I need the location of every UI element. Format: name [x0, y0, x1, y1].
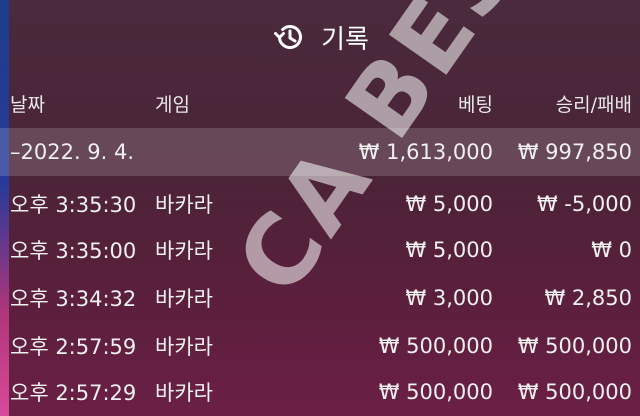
row-bet: ₩ 3,000: [405, 286, 493, 310]
row-winloss: ₩ 500,000: [517, 380, 632, 404]
row-game: 바카라: [155, 381, 213, 405]
row-bet: ₩ 5,000: [405, 192, 493, 216]
row-game: 바카라: [155, 239, 213, 263]
row-game: 바카라: [155, 335, 213, 359]
column-header-date: 날짜: [10, 93, 45, 116]
row-game: 바카라: [155, 193, 213, 217]
table-row[interactable]: 오후 3:34:32 바카라 ₩ 3,000 ₩ 2,850: [0, 274, 640, 322]
row-bet: ₩ 5,000: [405, 238, 493, 262]
row-winloss: ₩ -5,000: [536, 192, 632, 216]
table-row[interactable]: 오후 3:35:30 바카라 ₩ 5,000 ₩ -5,000: [0, 180, 640, 228]
row-time: 오후 2:57:59: [10, 335, 137, 359]
row-bet: ₩ 500,000: [378, 334, 493, 358]
row-winloss: ₩ 0: [591, 238, 632, 262]
summary-date: –2022. 9. 4.: [10, 140, 135, 164]
row-winloss: ₩ 2,850: [544, 286, 632, 310]
history-icon: [274, 25, 303, 50]
date-summary-row[interactable]: –2022. 9. 4. ₩ 1,613,000 ₩ 997,850: [0, 128, 640, 176]
table-header: 날짜 게임 베팅 승리/패배: [0, 80, 640, 126]
row-game: 바카라: [155, 287, 213, 311]
column-header-game: 게임: [155, 93, 190, 116]
row-time: 오후 3:35:00: [10, 239, 137, 263]
table-row[interactable]: 오후 2:57:59 바카라 ₩ 500,000 ₩ 500,000: [0, 322, 640, 370]
summary-bet: ₩ 1,613,000: [358, 140, 493, 164]
column-header-bet: 베팅: [458, 93, 493, 116]
table-row[interactable]: 오후 2:57:29 바카라 ₩ 500,000 ₩ 500,000: [0, 368, 640, 416]
row-bet: ₩ 500,000: [378, 380, 493, 404]
history-header: 기록: [0, 0, 640, 78]
summary-winloss: ₩ 997,850: [517, 140, 632, 164]
table-row[interactable]: 오후 3:35:00 바카라 ₩ 5,000 ₩ 0: [0, 226, 640, 274]
header-title-group: 기록: [271, 19, 369, 56]
row-time: 오후 2:57:29: [10, 381, 137, 405]
row-time: 오후 3:34:32: [10, 287, 137, 311]
row-winloss: ₩ 500,000: [517, 334, 632, 358]
column-header-winloss: 승리/패배: [555, 93, 632, 116]
row-time: 오후 3:35:30: [10, 193, 137, 217]
page-title: 기록: [321, 24, 369, 55]
